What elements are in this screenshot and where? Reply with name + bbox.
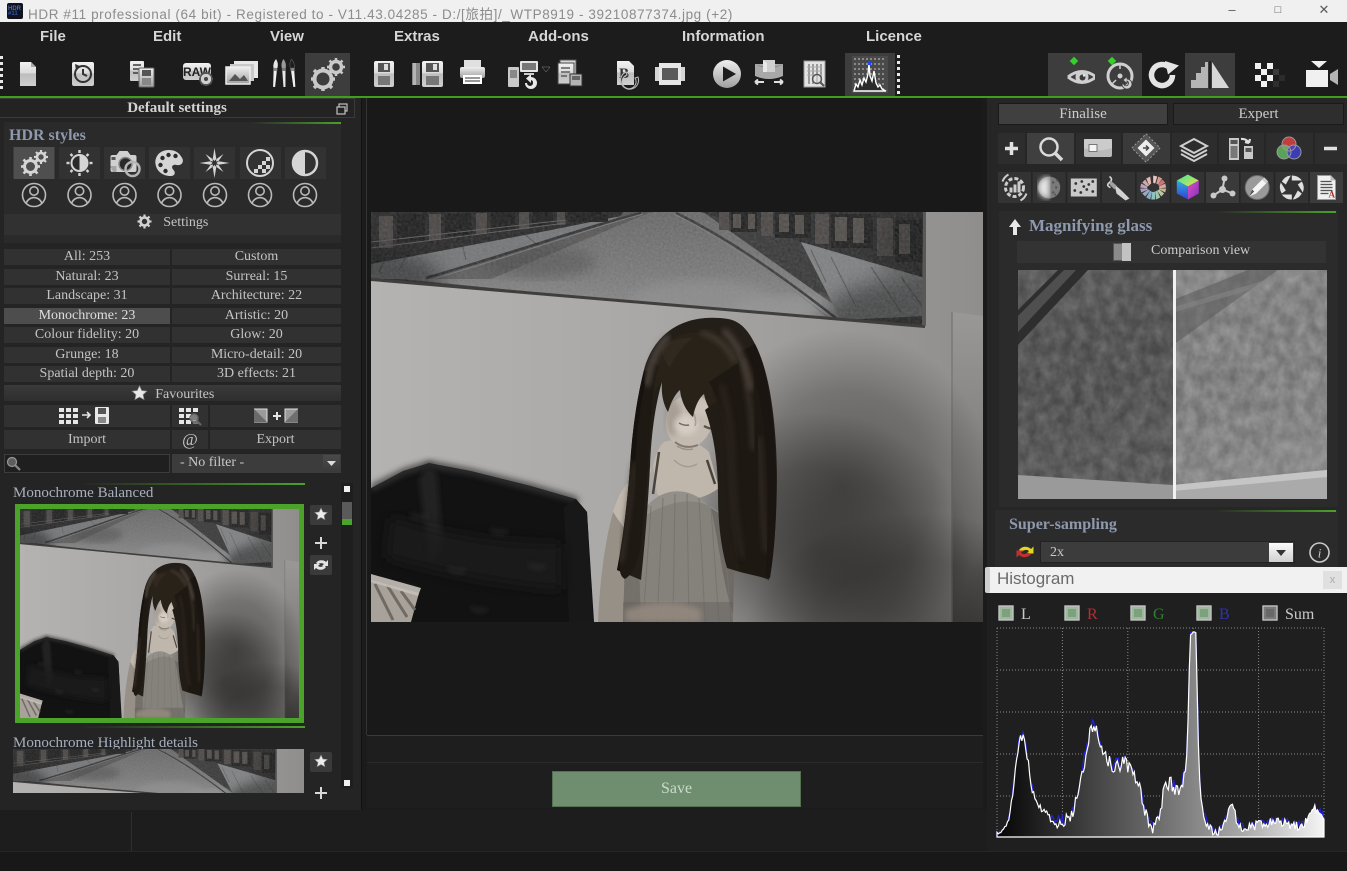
svg-text:i: i — [1318, 546, 1322, 561]
svg-text:B: B — [1219, 606, 1230, 623]
svg-text:R: R — [1087, 606, 1098, 623]
svg-text:A: A — [1329, 190, 1336, 200]
svg-text:L: L — [1021, 606, 1031, 623]
svg-text:G: G — [1153, 606, 1165, 623]
svg-text:Sum: Sum — [1285, 606, 1315, 623]
